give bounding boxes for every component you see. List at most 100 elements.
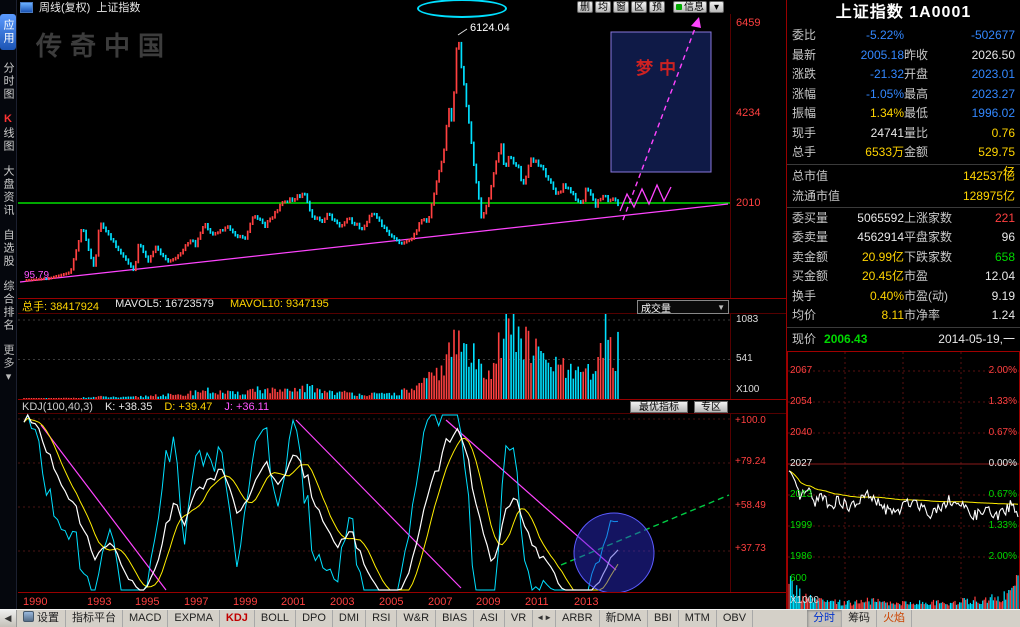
sidebar-item[interactable]: 综合排名 xyxy=(0,280,16,332)
toolbar-item[interactable]: 设置 xyxy=(17,610,66,627)
toolbar-item[interactable]: 火焰 xyxy=(877,610,912,627)
stat-value: 1.24 xyxy=(968,306,1015,326)
chart-tool-button[interactable]: 窗 xyxy=(613,1,629,13)
price-axis-label: 2010 xyxy=(736,197,760,209)
toolbar-item[interactable]: BIAS xyxy=(436,610,474,627)
year-label: 2011 xyxy=(525,596,549,608)
chart-tool-button[interactable]: 均 xyxy=(595,1,611,13)
toolbar-back-arrow[interactable]: ◀ xyxy=(0,610,17,627)
stat-value: 658 xyxy=(968,248,1015,268)
market-cap-label: 流通市值 xyxy=(792,186,840,206)
toolbar-item[interactable]: 指标平台 xyxy=(66,610,123,627)
current-price-label: 现价 xyxy=(792,329,816,349)
stat-label: 市盈(动) xyxy=(904,287,968,307)
stat-label: 委卖量 xyxy=(792,228,832,248)
quote-row: 委比 -5.22% -502677 xyxy=(787,26,1020,46)
year-label: 2003 xyxy=(330,596,354,608)
quote-value: 2023.01 xyxy=(968,65,1015,85)
quote-label: 涨幅 xyxy=(792,85,832,105)
intraday-chart[interactable]: 2067 2054 2040 2027 2013 1999 1986 2.00% xyxy=(787,351,1020,610)
toolbar-item[interactable]: 筹码 xyxy=(842,610,877,627)
quote-label: 金额 xyxy=(904,143,968,182)
volume-stats: 总手: 38417924 MAVOL5: 16723579 MAVOL10: 9… xyxy=(22,298,329,314)
toolbar-item[interactable]: W&R xyxy=(397,610,436,627)
toolbar-item[interactable]: BBI xyxy=(648,610,679,627)
toolbar-item[interactable]: ARBR xyxy=(556,610,600,627)
market-cap-value: 128975亿 xyxy=(963,186,1015,206)
chart-tool-button[interactable]: 删 xyxy=(577,1,593,13)
stat-value: 4562914 xyxy=(832,228,904,248)
quote-label: 振幅 xyxy=(792,104,832,124)
sidebar-item[interactable]: 大盘资讯 xyxy=(0,165,16,217)
bottom-toolbar: ◀ 设置 指标平台 MACD EXPMA KDJ BOLL DPO DMI RS… xyxy=(0,609,1020,627)
stat-value: 96 xyxy=(968,228,1015,248)
toolbar-item[interactable]: MTM xyxy=(679,610,717,627)
toolbar-item[interactable]: EXPMA xyxy=(168,610,220,627)
quote-label: 昨收 xyxy=(904,46,968,66)
quote-rows: 委比 -5.22% -502677 最新 2005.18 昨收 2026.50 … xyxy=(787,26,1020,163)
info-dropdown-arrow[interactable]: ▾ xyxy=(709,1,724,13)
volume-header: 总手: 38417924 MAVOL5: 16723579 MAVOL10: 9… xyxy=(18,298,786,314)
stat-label: 卖金额 xyxy=(792,248,832,268)
main-kline-chart[interactable]: 传奇中国 6124.04 95.79 梦中 xyxy=(18,14,730,298)
stat-label: 上涨家数 xyxy=(904,209,968,229)
chart-tool-button[interactable]: 区 xyxy=(631,1,647,13)
stat-label: 委买量 xyxy=(792,209,832,229)
stat-label: 换手 xyxy=(792,287,832,307)
chart-header-bar: 周线(复权) 上证指数 删 均 窗 区 预 信息 ▾ xyxy=(18,0,786,14)
stat-label: 平盘家数 xyxy=(904,228,968,248)
quote-value: -21.32 xyxy=(832,65,904,85)
sidebar-item[interactable]: 自选股 xyxy=(0,229,16,268)
toolbar-item[interactable]: ◄► xyxy=(533,610,556,627)
sidebar-item[interactable]: 分时图 xyxy=(0,62,16,101)
volume-type-dropdown[interactable]: 成交量 ▼ xyxy=(637,300,729,314)
time-axis: 1990 1993 1995 1997 1999 2001 2003 2005 … xyxy=(18,592,786,610)
sidebar-item[interactable]: K线图 xyxy=(0,113,16,153)
toolbar-item[interactable]: MACD xyxy=(123,610,168,627)
quote-label xyxy=(904,26,968,46)
toolbar-item[interactable]: RSI xyxy=(366,610,397,627)
kdj-title: KDJ(100,40,3) xyxy=(22,401,93,413)
toolbar-item[interactable]: 分时 xyxy=(807,610,842,627)
toolbar-item[interactable]: VR xyxy=(505,610,533,627)
kdj-axis-label: +79.24 xyxy=(735,456,766,467)
kdj-axis: +100.0 +79.24 +58.49 +37.73 xyxy=(730,413,786,592)
quote-value: 1996.02 xyxy=(968,104,1015,124)
toolbar-item[interactable]: OBV xyxy=(717,610,753,627)
kdj-value: J: +36.11 xyxy=(224,401,269,413)
toolbar-item[interactable]: KDJ xyxy=(220,610,255,627)
market-stat-row: 换手 0.40% 市盈(动) 9.19 xyxy=(787,287,1020,307)
period-label: 周线(复权) xyxy=(39,0,90,15)
quote-value: 2023.27 xyxy=(968,85,1015,105)
best-indicator-button[interactable]: 最优指标 xyxy=(630,401,688,413)
year-label: 2009 xyxy=(476,596,500,608)
sidebar-item[interactable]: 更多▾ xyxy=(0,344,16,385)
toolbar-item[interactable]: DMI xyxy=(333,610,366,627)
quote-value: -1.05% xyxy=(832,85,904,105)
toolbar-item[interactable]: BOLL xyxy=(255,610,296,627)
toolbar-item[interactable]: DPO xyxy=(296,610,333,627)
sidebar-item[interactable]: 应用 xyxy=(0,14,16,50)
price-axis-label: 6459 xyxy=(736,17,760,29)
toolbar-item[interactable]: ASI xyxy=(474,610,505,627)
info-button[interactable]: 信息 xyxy=(673,1,707,13)
date-label: 2014-05-19,一 xyxy=(938,329,1015,349)
stat-value: 5065592 xyxy=(832,209,904,229)
view-mode-buttons: 分时 筹码 火焰 xyxy=(807,610,912,627)
quote-row: 最新 2005.18 昨收 2026.50 xyxy=(787,46,1020,66)
quote-panel: 上证指数 1A0001 委比 -5.22% -502677 最新 2005.18… xyxy=(786,0,1020,609)
volume-chart[interactable] xyxy=(18,314,730,399)
quote-value: 2026.50 xyxy=(968,46,1015,66)
toolbar-item[interactable]: 新DMA xyxy=(600,610,648,627)
market-stat-row: 买金额 20.45亿 市盈 12.04 xyxy=(787,267,1020,287)
quote-row: 涨跌 -21.32 开盘 2023.01 xyxy=(787,65,1020,85)
zone-button[interactable]: 专区 xyxy=(694,401,728,413)
chart-tool-button[interactable]: 预 xyxy=(649,1,665,13)
kdj-chart[interactable] xyxy=(18,413,730,592)
quote-value: 6533万 xyxy=(832,143,904,182)
market-cap-value: 142537亿 xyxy=(963,166,1015,186)
stat-value: 9.19 xyxy=(968,287,1015,307)
quote-label: 最高 xyxy=(904,85,968,105)
year-label: 1993 xyxy=(87,596,111,608)
stat-value: 12.04 xyxy=(968,267,1015,287)
